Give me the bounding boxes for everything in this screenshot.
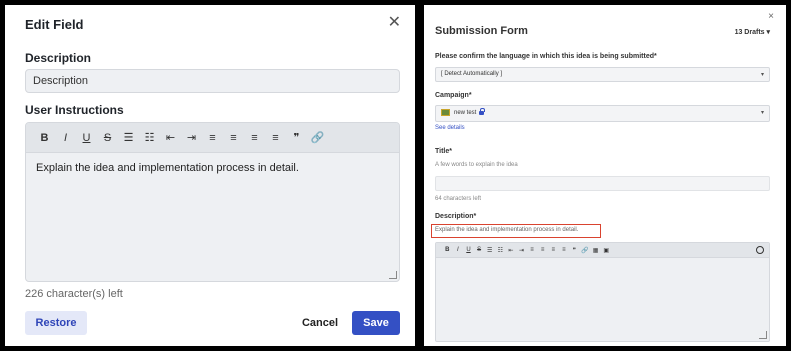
description-label: Description [25,51,92,65]
save-button[interactable]: Save [352,311,400,335]
characters-left: 226 character(s) left [25,288,123,300]
align-left-icon[interactable]: ≡ [527,245,538,255]
bullet-list-icon[interactable]: ☰ [118,128,139,148]
bullet-list-icon[interactable]: ☰ [484,245,495,255]
outdent-icon[interactable]: ⇤ [160,128,181,148]
chevron-down-icon: ▾ [760,72,764,78]
user-instructions-label: User Instructions [25,103,124,117]
align-center-icon[interactable]: ≡ [223,128,244,148]
title-input[interactable] [435,176,770,191]
submission-form-panel: × Submission Form 13 Drafts ▾ Please con… [424,5,786,346]
campaign-select[interactable]: new test ▾ [435,105,770,122]
edit-field-panel: Edit Field ✕ Description Description Use… [5,5,415,346]
emoji-icon[interactable] [756,246,764,254]
editor-toolbar: B I U S ☰ ☷ ⇤ ⇥ ≡ ≡ ≡ ≡ ❞ 🔗 ▦ ▣ [436,243,769,258]
italic-button[interactable]: I [55,128,76,148]
align-left-icon[interactable]: ≡ [202,128,223,148]
link-icon[interactable]: 🔗 [307,128,328,148]
underline-button[interactable]: U [76,128,97,148]
description-editor[interactable]: B I U S ☰ ☷ ⇤ ⇥ ≡ ≡ ≡ ≡ ❞ 🔗 ▦ ▣ [435,242,770,342]
lock-icon [479,107,486,115]
align-right-icon[interactable]: ≡ [548,245,559,255]
description-hint: Explain the idea and implementation proc… [435,227,579,233]
cancel-button[interactable]: Cancel [300,311,340,335]
align-right-icon[interactable]: ≡ [244,128,265,148]
close-icon[interactable]: × [768,11,774,22]
campaign-flag-icon [441,109,450,116]
description-hint-highlight: Explain the idea and implementation proc… [431,224,601,238]
description-input[interactable]: Description [25,69,400,93]
drafts-dropdown[interactable]: 13 Drafts ▾ [735,28,770,36]
resize-handle-icon[interactable] [759,331,767,339]
form-title: Submission Form [435,25,528,37]
align-justify-icon[interactable]: ≡ [559,245,570,255]
editor-toolbar: B I U S ☰ ☷ ⇤ ⇥ ≡ ≡ ≡ ≡ ❞ 🔗 [26,123,399,153]
resize-handle-icon[interactable] [389,271,397,279]
restore-button[interactable]: Restore [25,311,87,335]
numbered-list-icon[interactable]: ☷ [495,245,506,255]
strikethrough-button[interactable]: S [474,245,485,255]
close-icon[interactable]: ✕ [388,15,401,31]
campaign-label: Campaign* [435,92,472,99]
panel-title: Edit Field [25,17,84,32]
bold-button[interactable]: B [34,128,55,148]
strikethrough-button[interactable]: S [97,128,118,148]
outdent-icon[interactable]: ⇤ [506,245,517,255]
title-characters-left: 64 characters left [435,196,482,202]
indent-icon[interactable]: ⇥ [516,245,527,255]
language-label: Please confirm the language in which thi… [435,53,657,60]
numbered-list-icon[interactable]: ☷ [139,128,160,148]
editor-content[interactable]: Explain the idea and implementation proc… [26,153,399,183]
description-label: Description* [435,213,477,220]
quote-icon[interactable]: ❞ [286,128,307,148]
title-label: Title* [435,148,452,155]
instructions-editor[interactable]: B I U S ☰ ☷ ⇤ ⇥ ≡ ≡ ≡ ≡ ❞ 🔗 Explain the … [25,122,400,282]
align-center-icon[interactable]: ≡ [537,245,548,255]
chevron-down-icon: ▾ [760,110,764,116]
indent-icon[interactable]: ⇥ [181,128,202,148]
bold-button[interactable]: B [442,245,453,255]
link-icon[interactable]: 🔗 [580,245,591,255]
language-select[interactable]: [ Detect Automatically ] ▾ [435,67,770,82]
italic-button[interactable]: I [453,245,464,255]
underline-button[interactable]: U [463,245,474,255]
video-icon[interactable]: ▦ [590,245,601,255]
quote-icon[interactable]: ❞ [569,245,580,255]
image-icon[interactable]: ▣ [601,245,612,255]
align-justify-icon[interactable]: ≡ [265,128,286,148]
title-hint: A few words to explain the idea [435,162,518,168]
see-details-link[interactable]: See details [435,125,465,131]
